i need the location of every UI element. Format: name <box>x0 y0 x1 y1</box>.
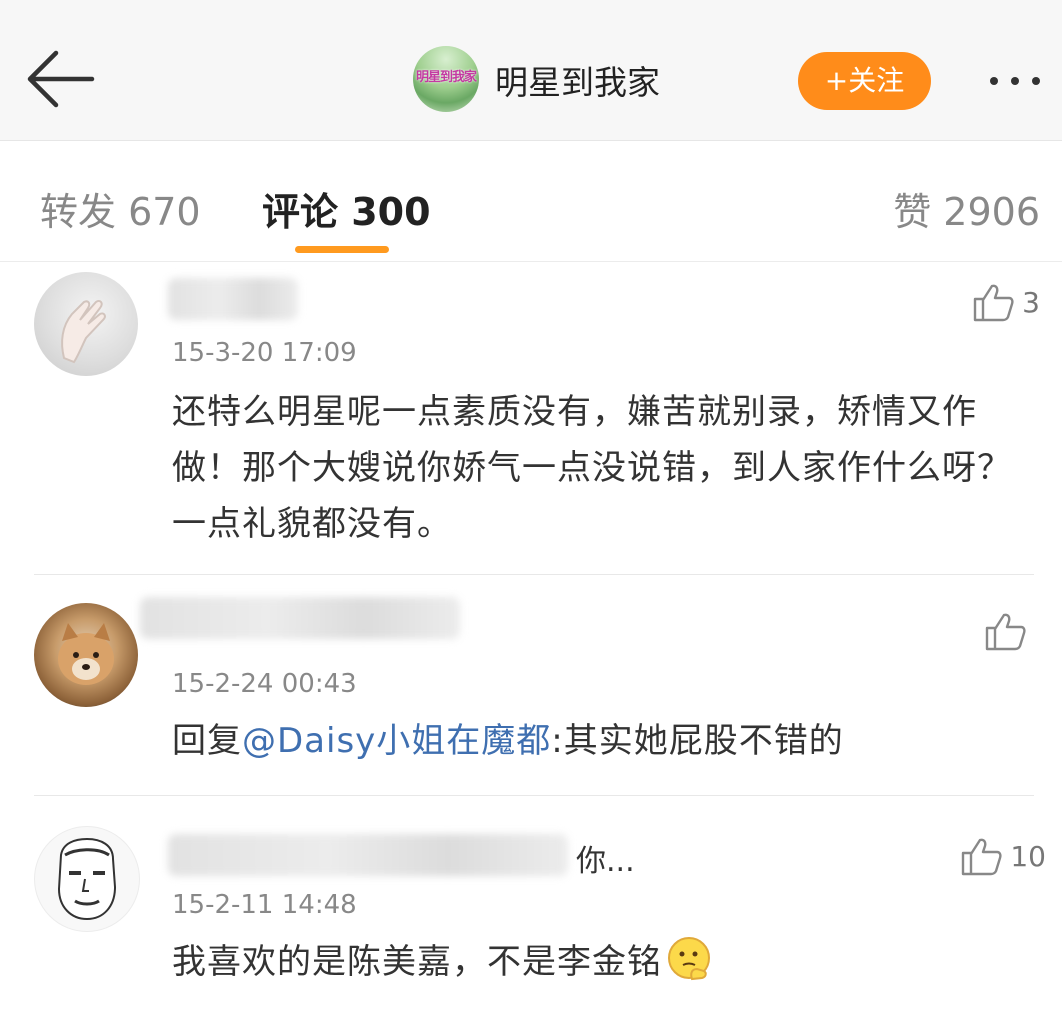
active-tab-indicator <box>295 246 389 253</box>
like-button[interactable]: 10 <box>960 836 1046 876</box>
like-count: 10 <box>1010 839 1046 873</box>
back-button[interactable] <box>22 46 96 112</box>
tab-comments[interactable]: 评论 300 <box>262 181 431 236</box>
hand-photo-icon <box>61 299 106 364</box>
username-tail: 你... <box>576 844 635 879</box>
comment-text: 回复@Daisy小姐在魔都:其实她屁股不错的 <box>172 713 1032 769</box>
username-blurred[interactable] <box>140 597 460 639</box>
comment-time: 15-3-20 17:09 <box>172 338 357 368</box>
meme-face-icon <box>57 837 117 921</box>
thumbs-up-icon <box>985 613 1026 651</box>
thinking-face-icon <box>668 937 710 981</box>
comment-time: 15-2-11 14:48 <box>172 890 357 920</box>
account-name[interactable]: 明星到我家 <box>495 56 660 104</box>
follow-button[interactable]: +关注 <box>798 52 931 110</box>
comment-item: 3 15-3-20 17:09 还特么明星呢一点素质没有，嫌苦就别录，矫情又作做… <box>0 262 1062 574</box>
comment-text-body: 我喜欢的是陈美嘉，不是李金铭 <box>172 942 662 982</box>
comment-text: 还特么明星呢一点素质没有，嫌苦就别录，矫情又作做！那个大嫂说你娇气一点没说错，到… <box>172 392 1012 544</box>
reply-prefix: 回复 <box>172 721 242 761</box>
like-button[interactable] <box>984 611 1034 651</box>
reply-text: :其实她屁股不错的 <box>551 721 844 761</box>
user-avatar[interactable] <box>34 272 138 376</box>
show-logo: 明星到我家 <box>415 70 477 85</box>
tab-bar: 转发 670 评论 300 赞 2906 <box>0 141 1062 262</box>
like-button[interactable]: 3 <box>972 282 1040 322</box>
tab-reposts[interactable]: 转发 670 <box>40 181 201 236</box>
comment-item: 你... 10 15-2-11 14:48 我喜欢的是陈美嘉，不是李金铭 <box>0 796 1062 1014</box>
thumbs-up-icon <box>973 284 1014 322</box>
comment-time: 15-2-24 00:43 <box>172 669 357 699</box>
tab-likes[interactable]: 赞 2906 <box>893 181 1040 236</box>
more-button[interactable] <box>984 60 1054 100</box>
thumbs-up-icon <box>962 838 1002 876</box>
arrow-left-icon <box>27 50 95 108</box>
more-dot <box>1032 77 1040 85</box>
user-mention-link[interactable]: @Daisy小姐在魔都 <box>242 721 551 761</box>
more-dot <box>1011 77 1019 85</box>
comment-item: 15-2-24 00:43 回复@Daisy小姐在魔都:其实她屁股不错的 <box>0 575 1062 795</box>
username-blurred[interactable] <box>168 278 298 320</box>
user-avatar[interactable] <box>34 826 140 932</box>
user-avatar[interactable] <box>34 603 138 707</box>
top-bar: 明星到我家 明星到我家 +关注 <box>0 0 1062 141</box>
account-avatar[interactable]: 明星到我家 <box>413 46 479 112</box>
comment-text: 我喜欢的是陈美嘉，不是李金铭 <box>172 934 1032 990</box>
dog-photo-icon <box>58 623 114 685</box>
like-count: 3 <box>1022 285 1040 319</box>
more-dots-icon <box>990 77 998 85</box>
username-blurred[interactable] <box>168 834 568 876</box>
